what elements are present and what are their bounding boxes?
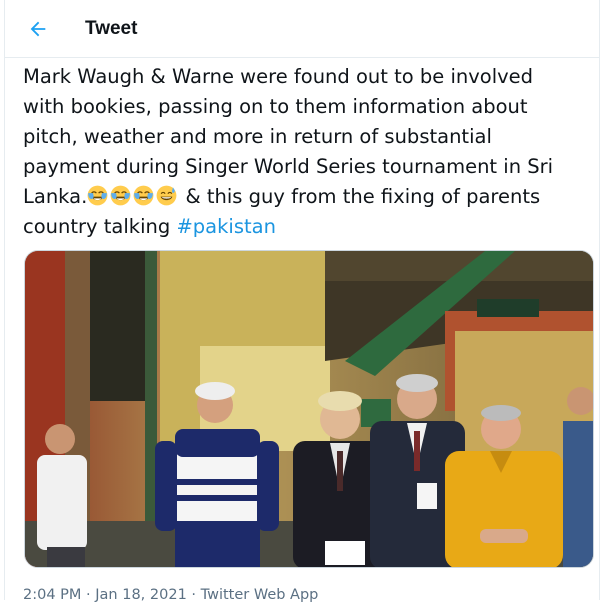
face-with-tears-of-joy-icon bbox=[133, 185, 154, 206]
tweet-line-6-start: country talking bbox=[23, 215, 177, 238]
face-with-tears-of-joy-icon bbox=[110, 185, 131, 206]
tweet-line-1: Mark Waugh & Warne were found out to be … bbox=[23, 65, 534, 88]
grinning-face-with-sweat-icon bbox=[156, 185, 177, 206]
page-header: Tweet bbox=[5, 0, 599, 58]
tweet-line-4: payment during Singer World Series tourn… bbox=[23, 155, 554, 178]
tweet-line-6: country talking #pakistan bbox=[23, 212, 595, 242]
tweet-line-3: pitch, weather and more in return of sub… bbox=[23, 125, 492, 148]
back-button[interactable] bbox=[21, 12, 55, 46]
page-title: Tweet bbox=[85, 18, 138, 39]
tweet-date[interactable]: Jan 18, 2021 bbox=[95, 587, 187, 603]
tweet-photo[interactable] bbox=[24, 250, 594, 568]
tweet-body: Mark Waugh & Warne were found out to be … bbox=[23, 62, 595, 242]
tweet-detail-panel: Tweet Mark Waugh & Warne were found out … bbox=[4, 0, 600, 603]
tweet-line-5: Lanka. & this guy from the fixing of par… bbox=[23, 182, 595, 212]
arrow-left-icon bbox=[27, 18, 49, 40]
meta-separator-1: · bbox=[81, 587, 96, 603]
tweet-line-5-end: & this guy from the fixing of parents bbox=[179, 185, 541, 208]
tweet-metadata: 2:04 PM · Jan 18, 2021 · Twitter Web App bbox=[23, 585, 318, 605]
photo-cricketers-icon bbox=[25, 251, 593, 567]
tweet-line-2: with bookies, passing on to them informa… bbox=[23, 95, 528, 118]
face-with-tears-of-joy-icon bbox=[87, 185, 108, 206]
tweet-line-5-start: Lanka. bbox=[23, 185, 88, 208]
tweet-time[interactable]: 2:04 PM bbox=[23, 587, 81, 603]
meta-separator-2: · bbox=[186, 587, 201, 603]
tweet-source[interactable]: Twitter Web App bbox=[201, 587, 319, 603]
hashtag-link[interactable]: #pakistan bbox=[176, 215, 276, 238]
